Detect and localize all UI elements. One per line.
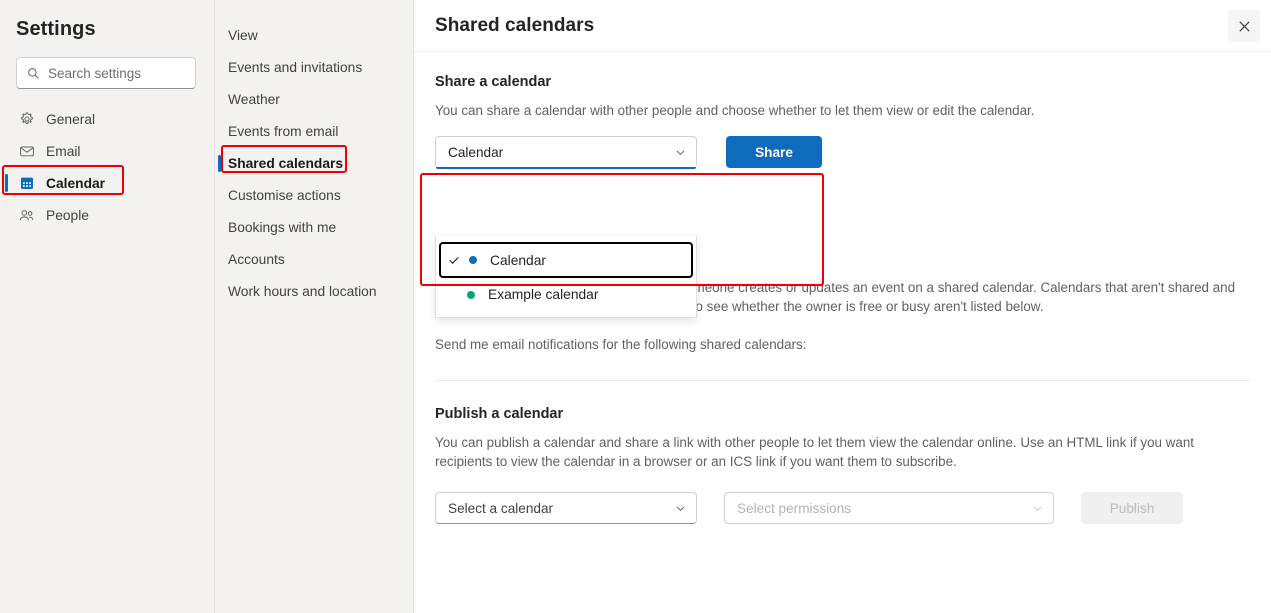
settings-window: Settings Search settings General Email C… bbox=[0, 0, 1271, 613]
subnav-item-events-from-email[interactable]: Events from email bbox=[215, 115, 413, 147]
search-icon bbox=[27, 67, 40, 80]
calendar-icon bbox=[18, 175, 35, 192]
subnav-item-work-hours-and-location[interactable]: Work hours and location bbox=[215, 275, 413, 307]
dropdown-option-label: Calendar bbox=[490, 252, 546, 268]
publish-section-description: You can publish a calendar and share a l… bbox=[435, 435, 1194, 469]
subnav-item-shared-calendars[interactable]: Shared calendars bbox=[215, 147, 413, 179]
search-placeholder: Search settings bbox=[48, 65, 142, 81]
subnav-item-view[interactable]: View bbox=[215, 19, 413, 51]
dropdown-option-label: Example calendar bbox=[488, 287, 599, 302]
calendar-color-dot bbox=[469, 256, 477, 264]
search-input[interactable]: Search settings bbox=[16, 57, 196, 89]
share-section-heading: Share a calendar bbox=[435, 74, 552, 90]
subnav-item-accounts[interactable]: Accounts bbox=[215, 243, 413, 275]
search-settings-wrapper: Search settings bbox=[16, 57, 196, 89]
dropdown-option-calendar[interactable]: Calendar bbox=[439, 242, 693, 278]
share-controls-row: Calendar Share bbox=[435, 136, 1250, 169]
share-calendar-select[interactable]: Calendar bbox=[435, 136, 697, 169]
chevron-down-icon bbox=[674, 502, 687, 515]
sidebar-item-label: General bbox=[46, 111, 96, 127]
chevron-down-icon bbox=[674, 146, 687, 159]
page-title: Settings bbox=[16, 18, 96, 40]
calendar-color-dot bbox=[467, 290, 475, 299]
subnav-item-weather[interactable]: Weather bbox=[215, 83, 413, 115]
section-divider bbox=[435, 380, 1250, 381]
sidebar-item-label: People bbox=[46, 207, 89, 223]
publish-controls-row: Select a calendar Select permissions Pub… bbox=[435, 492, 1250, 524]
subnav-item-events-and-invitations[interactable]: Events and invitations bbox=[215, 51, 413, 83]
sidebar-item-email[interactable]: Email bbox=[14, 135, 204, 167]
publish-section-heading: Publish a calendar bbox=[435, 406, 564, 422]
notifications-label: Send me email notifications for the foll… bbox=[435, 337, 807, 352]
sidebar-item-people[interactable]: People bbox=[14, 199, 204, 231]
panel-header: Shared calendars bbox=[414, 0, 1271, 52]
gear-icon bbox=[18, 111, 35, 128]
envelope-icon bbox=[18, 143, 35, 160]
sidebar-item-general[interactable]: General bbox=[14, 103, 204, 135]
share-calendar-select-value: Calendar bbox=[448, 145, 504, 160]
shared-calendars-panel: Shared calendars Share a calendar You ca… bbox=[414, 0, 1271, 613]
publish-calendar-select-placeholder: Select a calendar bbox=[448, 500, 554, 516]
panel-title: Shared calendars bbox=[435, 14, 595, 36]
publish-permissions-select[interactable]: Select permissions bbox=[724, 492, 1054, 524]
close-icon bbox=[1237, 19, 1252, 34]
subnav-item-label: Shared calendars bbox=[228, 155, 344, 171]
selection-indicator bbox=[218, 155, 221, 172]
sidebar-nav: General Email Calendar People bbox=[0, 103, 214, 231]
dropdown-option-example-calendar[interactable]: Example calendar bbox=[436, 278, 696, 311]
sidebar-item-calendar[interactable]: Calendar bbox=[5, 167, 204, 199]
close-button[interactable] bbox=[1228, 10, 1260, 42]
sidebar-item-label: Email bbox=[46, 143, 81, 159]
sidebar-item-label: Calendar bbox=[46, 175, 106, 191]
selection-indicator bbox=[5, 174, 8, 192]
share-button[interactable]: Share bbox=[726, 136, 822, 168]
subnav-item-bookings-with-me[interactable]: Bookings with me bbox=[215, 211, 413, 243]
publish-permissions-placeholder: Select permissions bbox=[737, 500, 852, 516]
publish-button: Publish bbox=[1081, 492, 1183, 524]
share-section-description: You can share a calendar with other peop… bbox=[435, 103, 1035, 118]
calendar-subnav: View Events and invitations Weather Even… bbox=[215, 0, 414, 613]
check-icon bbox=[447, 253, 469, 267]
subnav-item-customise-actions[interactable]: Customise actions bbox=[215, 179, 413, 211]
panel-content: Share a calendar You can share a calenda… bbox=[414, 52, 1271, 524]
settings-sidebar: Settings Search settings General Email C… bbox=[0, 0, 215, 613]
share-calendar-dropdown-list: Calendar Example calendar bbox=[435, 236, 697, 318]
publish-calendar-select[interactable]: Select a calendar bbox=[435, 492, 697, 524]
chevron-down-icon bbox=[1031, 502, 1044, 515]
people-icon bbox=[18, 207, 35, 224]
